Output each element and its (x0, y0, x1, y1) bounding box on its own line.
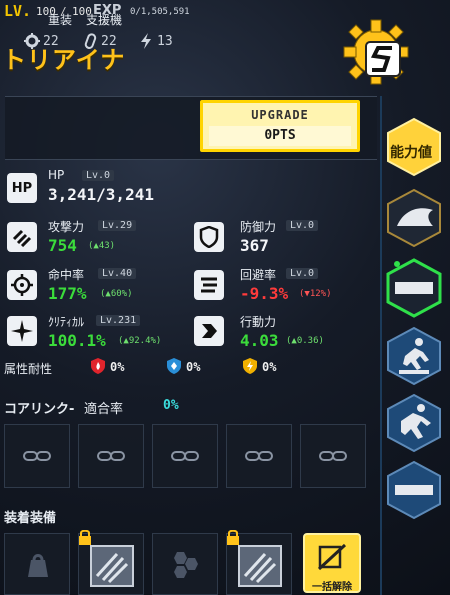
gear-skill-icon[interactable] (342, 18, 410, 86)
action-label: 行動力 (240, 315, 277, 329)
fire-resist-value: 0% (110, 360, 125, 374)
class-stat-lightning-value: 13 (157, 34, 173, 49)
module-part-icon (238, 545, 282, 587)
level-label: LV. (4, 2, 32, 20)
chain-link-icon (97, 451, 125, 461)
critical-delta: (▲92.4%) (118, 336, 162, 346)
upgrade-label: UPGRADE (251, 108, 309, 122)
chain-link-icon (23, 451, 51, 461)
menu-divider (380, 96, 382, 595)
accuracy-level: Lv.40 (98, 268, 137, 279)
runner-tab-hex[interactable] (385, 326, 443, 386)
equipment-slot-bag[interactable] (4, 533, 70, 595)
core-link-slot[interactable] (4, 424, 70, 488)
action-icon (194, 316, 224, 346)
accuracy-value: 177% (48, 284, 87, 303)
attack-value: 754 (48, 236, 77, 255)
hp-label: HP (48, 168, 65, 182)
fire-shield-icon (91, 358, 105, 374)
defense-label: 防御力 (240, 220, 277, 234)
critical-label: ｸﾘﾃｨｶﾙ (48, 315, 85, 329)
core-link-slot[interactable] (300, 424, 366, 488)
resist-label: 属性耐性 (4, 362, 53, 376)
core-link-rate-value: 0% (163, 398, 179, 413)
evasion-value: -9.3% (240, 284, 289, 303)
core-link-slot[interactable] (78, 424, 144, 488)
attack-delta: (▲43) (88, 241, 116, 251)
critical-value: 100.1% (48, 331, 106, 350)
lock-badge-icon (79, 530, 91, 545)
ice-resist-value: 0% (186, 360, 201, 374)
status-tab-label: 能力値 (390, 145, 432, 161)
unequip-icon (317, 543, 347, 571)
core-link-slot[interactable] (152, 424, 218, 488)
gear-icon (24, 33, 40, 49)
class-type: 重装 (48, 13, 73, 27)
equipment-slot-module[interactable] (226, 530, 292, 595)
critical-icon (7, 316, 37, 346)
equipment-slot-empty[interactable] (152, 533, 218, 595)
attack-icon (7, 222, 37, 252)
core-link-slot[interactable] (226, 424, 292, 488)
accuracy-delta: (▲60%) (100, 289, 133, 299)
hp-level: Lv.0 (82, 170, 115, 181)
sprint-tab-hex[interactable] (385, 393, 443, 453)
hexagon-cluster-icon (174, 552, 198, 578)
core-link-rate-label: 適合率 (84, 402, 124, 417)
capsule-icon (84, 33, 97, 49)
attack-level: Lv.29 (98, 220, 137, 231)
action-delta: (▲0.36) (286, 336, 324, 346)
chain-link-icon (319, 451, 347, 461)
lightning-icon (141, 33, 151, 49)
chain-link-icon (171, 451, 199, 461)
class-stat-gear-value: 22 (43, 34, 59, 49)
accuracy-icon (7, 270, 37, 300)
chain-link-icon (245, 451, 273, 461)
weapon-part-icon (90, 545, 134, 587)
unequip-all-button[interactable]: 一括解除 (303, 533, 361, 593)
evasion-level: Lv.0 (286, 268, 319, 279)
electric-resist-value: 0% (262, 360, 277, 374)
class-role: 支援機 (86, 13, 123, 27)
ice-shield-icon (167, 358, 181, 374)
action-value: 4.03 (240, 331, 279, 350)
equipment-slot-weapon[interactable] (78, 530, 144, 595)
evasion-delta: (▼12%) (299, 289, 332, 299)
upgrade-points: 0PTS (209, 126, 351, 146)
skill-tab-hex[interactable] (385, 188, 443, 248)
defense-value: 367 (240, 236, 269, 255)
bar-tab-hex[interactable] (385, 460, 443, 520)
lock-badge-icon (227, 530, 239, 545)
equipment-title: 装着装備 (4, 511, 57, 526)
class-stat-capsule-value: 22 (101, 34, 117, 49)
core-link-title: コアリンク- (4, 402, 75, 417)
critical-level: Lv.231 (96, 315, 141, 326)
hp-value: 3,241/3,241 (48, 185, 154, 204)
electric-shield-icon (243, 358, 257, 374)
hp-icon: HP (7, 173, 37, 203)
selected-equip-tab-hex[interactable] (385, 258, 443, 318)
accuracy-label: 命中率 (48, 268, 85, 282)
bag-icon (28, 554, 48, 577)
attack-label: 攻撃力 (48, 220, 85, 234)
evasion-label: 回避率 (240, 268, 277, 282)
unequip-all-label: 一括解除 (312, 582, 352, 593)
defense-level: Lv.0 (286, 220, 319, 231)
upgrade-button[interactable]: UPGRADE 0PTS (200, 100, 360, 152)
defense-icon (194, 222, 224, 252)
exp-value: 0/1,505,591 (130, 7, 190, 17)
evasion-icon (194, 270, 224, 300)
